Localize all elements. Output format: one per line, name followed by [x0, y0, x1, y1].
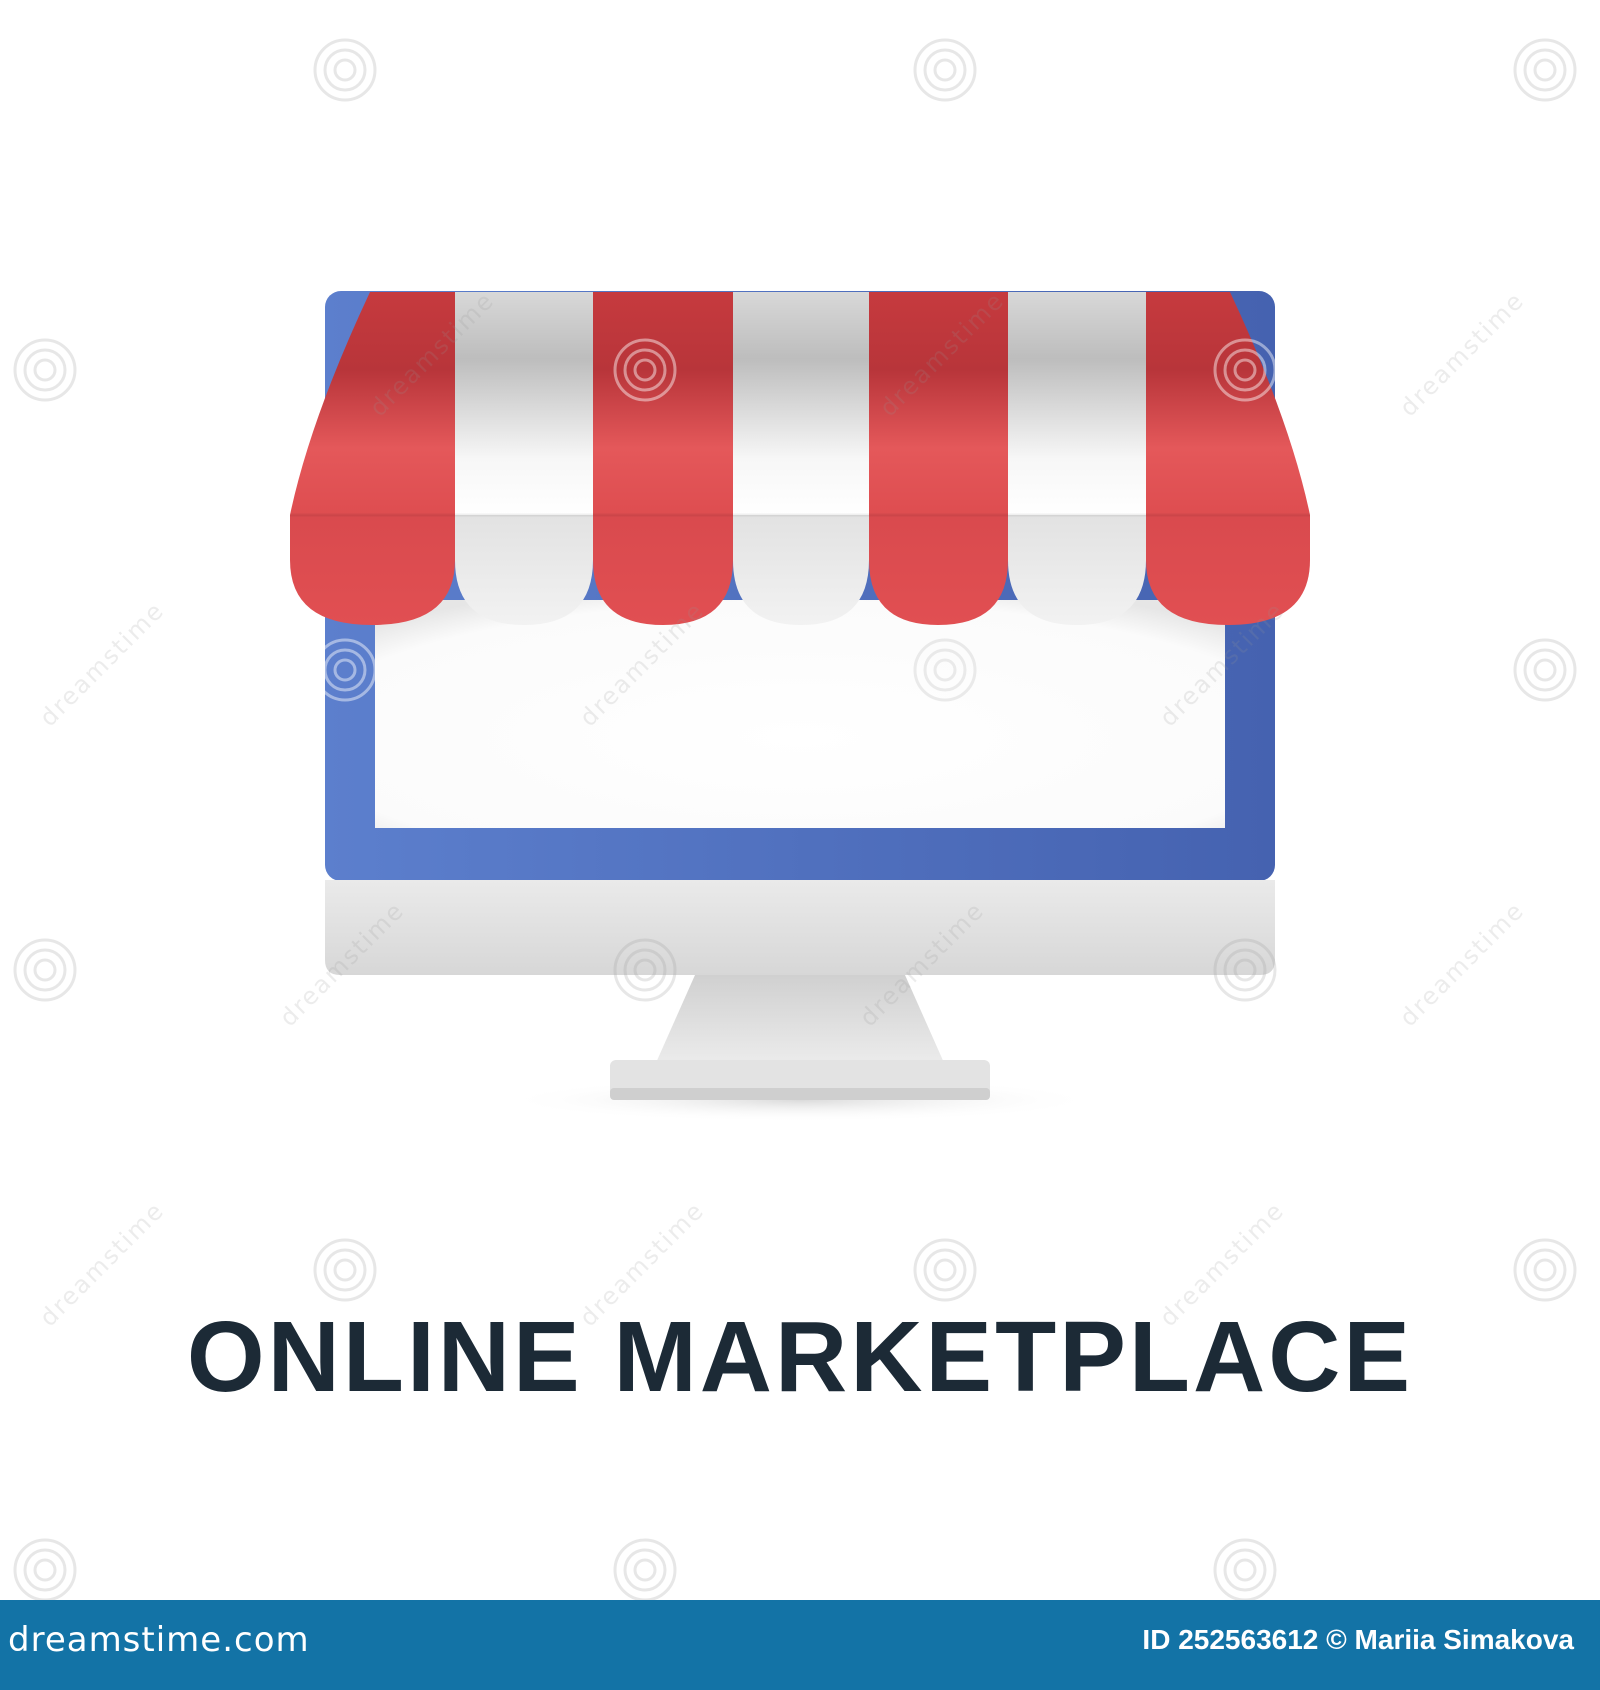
scallop-2 — [455, 515, 593, 625]
stock-image: dreamstime dreamstime dreamstime dreamst… — [0, 0, 1600, 1602]
footer-logo[interactable]: dreamstime.com — [8, 1620, 310, 1660]
scallop-4 — [733, 515, 869, 625]
monitor-chin — [325, 880, 1275, 975]
scallop-6 — [1008, 515, 1146, 625]
scallop-5 — [869, 515, 1008, 625]
caption-title: ONLINE MARKETPLACE — [186, 1301, 1414, 1413]
image-credit: ID 252563612 © Mariia Simakova — [1142, 1624, 1574, 1655]
monitor-stand-neck — [655, 975, 945, 1065]
awning — [290, 292, 1310, 625]
footer-bar: dreamstime.com ID 252563612 © Mariia Sim… — [0, 1600, 1600, 1690]
scallop-7 — [1146, 515, 1310, 625]
scallop-3 — [593, 515, 733, 625]
scallop-1 — [290, 515, 455, 625]
monitor-screen — [375, 600, 1225, 828]
